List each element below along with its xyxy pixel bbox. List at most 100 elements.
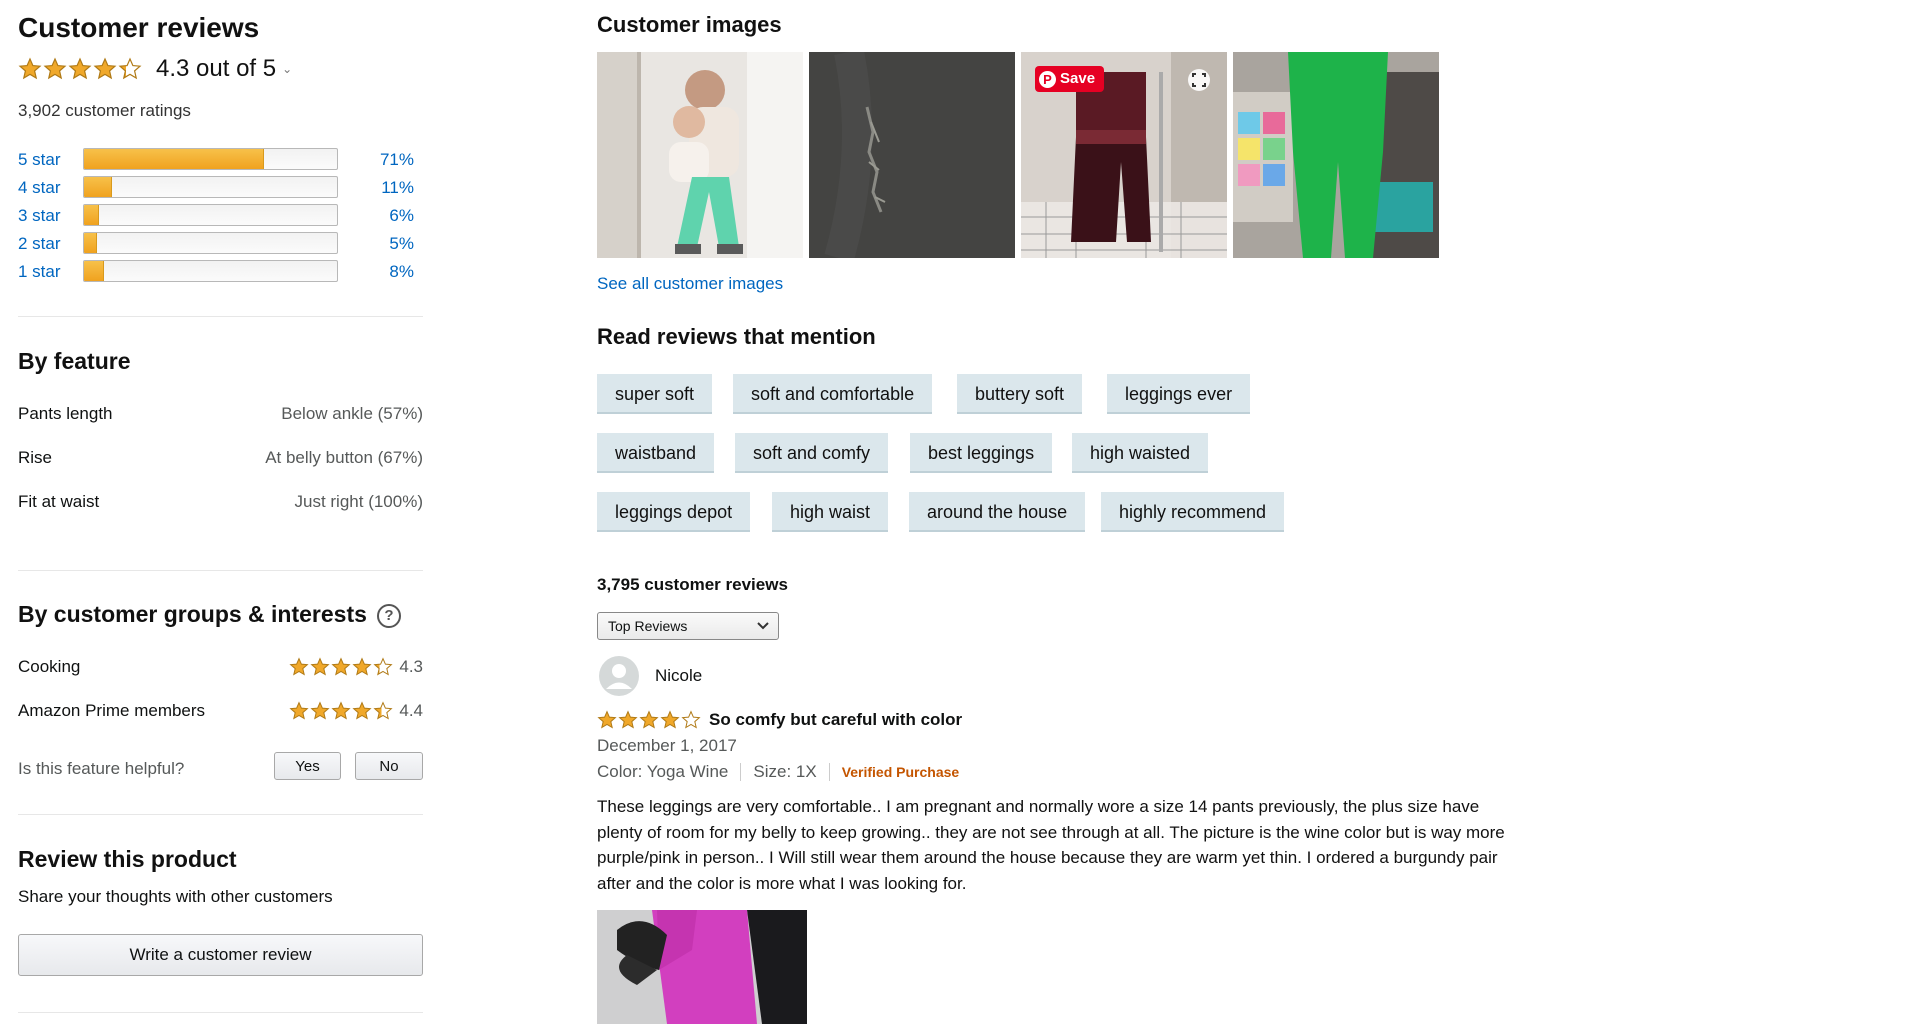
histogram-row[interactable]: 5 star 71% (18, 148, 423, 172)
mention-tag[interactable]: super soft (597, 374, 713, 414)
feature-helpful-question: Is this feature helpful? (18, 759, 185, 778)
star-icon (43, 57, 67, 80)
customer-reviews-count: 3,795 customer reviews (597, 575, 788, 594)
histogram-bar-fill (84, 149, 264, 169)
feature-value: At belly button (67%) (265, 448, 423, 467)
read-reviews-mention-heading: Read reviews that mention (597, 324, 876, 349)
histogram-row[interactable]: 4 star 11% (18, 176, 423, 200)
customer-images-heading: Customer images (597, 12, 782, 37)
histogram-percent[interactable]: 11% (358, 178, 414, 198)
histogram-bar-fill (84, 205, 100, 225)
histogram-bar[interactable] (83, 260, 338, 282)
customer-groups-title: By customer groups & interests (18, 601, 367, 627)
customer-image-thumbnail[interactable] (1233, 52, 1439, 258)
mention-tag[interactable]: leggings ever (1107, 374, 1251, 414)
expand-icon[interactable] (1187, 68, 1211, 97)
average-stars (18, 57, 142, 81)
mention-tag[interactable]: around the house (909, 492, 1086, 532)
green-leggings-image (1233, 52, 1439, 258)
group-score: 4.4 (399, 701, 423, 720)
review-title[interactable]: So comfy but careful with color (709, 710, 962, 730)
mention-tag[interactable]: high waist (772, 492, 889, 532)
review-product-heading: Review this product (18, 846, 237, 872)
average-rating[interactable]: 4.3 out of 5 ⌄ (18, 55, 292, 83)
write-review-button[interactable]: Write a customer review (18, 934, 423, 976)
histogram-star-label[interactable]: 2 star (18, 234, 61, 254)
pink-leggings-image (597, 910, 807, 1024)
histogram-bar[interactable] (83, 148, 338, 170)
question-circle-icon[interactable]: ? (376, 603, 401, 628)
customer-reviews-heading: Customer reviews (18, 12, 260, 43)
group-rating: 4.3 (289, 657, 423, 677)
histogram-star-label[interactable]: 3 star (18, 206, 61, 226)
customer-image-thumbnail[interactable] (597, 52, 803, 258)
star-icon (639, 710, 659, 729)
sort-selected-value: Top Reviews (608, 618, 688, 634)
histogram-bar[interactable] (83, 176, 338, 198)
group-stars (289, 657, 393, 677)
histogram-percent[interactable]: 5% (358, 234, 414, 254)
star-icon (681, 710, 701, 729)
histogram-bar[interactable] (83, 204, 338, 226)
total-ratings: 3,902 customer ratings (18, 101, 191, 120)
section-divider (18, 570, 423, 571)
by-feature-heading: By feature (18, 348, 131, 374)
mention-tag[interactable]: soft and comfortable (733, 374, 933, 414)
mention-tag[interactable]: buttery soft (957, 374, 1083, 414)
save-label: Save (1060, 70, 1096, 87)
pinterest-save-button[interactable]: P Save (1035, 66, 1105, 92)
pinterest-icon: P (1039, 70, 1056, 88)
star-icon (310, 657, 330, 676)
star-icon (289, 657, 309, 676)
feature-helpful-yes-button[interactable]: Yes (274, 752, 341, 780)
histogram-percent[interactable]: 71% (358, 150, 414, 170)
histogram-bar[interactable] (83, 232, 338, 254)
histogram-star-label[interactable]: 1 star (18, 262, 61, 282)
histogram-bar-fill (84, 233, 97, 253)
histogram-row[interactable]: 1 star 8% (18, 260, 423, 284)
histogram-bar-fill (84, 177, 112, 197)
feature-helpful-no-button[interactable]: No (355, 752, 423, 780)
star-icon (18, 57, 42, 80)
histogram-row[interactable]: 2 star 5% (18, 232, 423, 256)
reviewer-name[interactable]: Nicole (655, 666, 702, 686)
histogram-star-label[interactable]: 5 star (18, 150, 61, 170)
review-body: These leggings are very comfortable.. I … (597, 797, 1505, 893)
mirror-selfie-image (597, 52, 803, 258)
mention-tag[interactable]: best leggings (910, 433, 1053, 473)
mention-tag[interactable]: soft and comfy (735, 433, 889, 473)
customer-groups-heading: By customer groups & interests? (18, 601, 401, 628)
mention-tag[interactable]: waistband (597, 433, 715, 473)
mention-tag[interactable]: high waisted (1072, 433, 1209, 473)
group-rating: 4.4 (289, 701, 423, 721)
histogram-row[interactable]: 3 star 6% (18, 204, 423, 228)
section-divider (18, 316, 423, 317)
review-size[interactable]: Size: 1X (753, 762, 816, 782)
chevron-down-icon[interactable]: ⌄ (282, 62, 292, 76)
mention-tag[interactable]: leggings depot (597, 492, 751, 532)
star-icon (352, 701, 372, 720)
group-score: 4.3 (399, 657, 423, 676)
star-icon (352, 657, 372, 676)
review-image-thumbnail[interactable] (597, 910, 807, 1024)
star-icon (331, 701, 351, 720)
mention-tag[interactable]: highly recommend (1101, 492, 1285, 532)
histogram-star-label[interactable]: 4 star (18, 178, 61, 198)
star-icon (289, 701, 309, 720)
star-icon (93, 57, 117, 80)
feature-name: Rise (18, 448, 53, 467)
group-name: Cooking (18, 657, 81, 676)
see-all-customer-images-link[interactable]: See all customer images (597, 274, 783, 294)
section-divider (18, 814, 423, 815)
verified-purchase-badge: Verified Purchase (841, 764, 960, 780)
rating-out-of-five: 4.3 out of 5 (156, 55, 277, 82)
histogram-percent[interactable]: 6% (358, 206, 414, 226)
star-icon (373, 701, 393, 720)
feature-name: Pants length (18, 404, 113, 423)
review-date: December 1, 2017 (597, 736, 737, 755)
review-color[interactable]: Color: Yoga Wine (597, 762, 728, 782)
fabric-closeup-image (809, 52, 1015, 258)
customer-image-thumbnail[interactable] (809, 52, 1015, 258)
sort-reviews-dropdown[interactable]: Top Reviews (597, 612, 779, 640)
histogram-percent[interactable]: 8% (358, 262, 414, 282)
